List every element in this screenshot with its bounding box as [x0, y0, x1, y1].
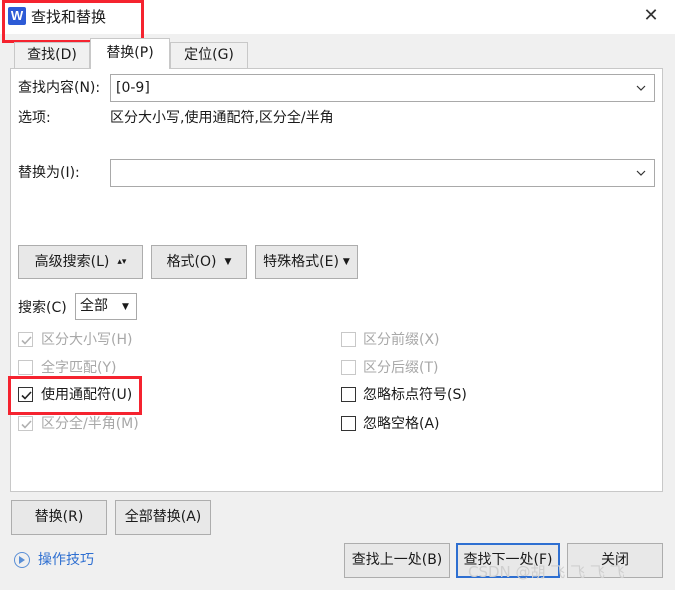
replace-input[interactable] [110, 159, 655, 187]
special-format-label: 特殊格式(E) [263, 254, 339, 270]
ignore-punctuation-checkbox[interactable] [341, 387, 356, 402]
find-input[interactable]: [0-9] [110, 74, 655, 102]
advanced-search-button[interactable]: 高级搜索(L) ▴▾ [18, 245, 143, 279]
tab-replace[interactable]: 替换(P) [90, 38, 170, 69]
title-highlight-box [2, 0, 144, 43]
format-button[interactable]: 格式(O) ▼ [151, 245, 247, 279]
whole-word-checkbox[interactable] [18, 360, 33, 375]
match-suffix-label: 区分后缀(T) [363, 360, 439, 376]
replace-all-button[interactable]: 全部替换(A) [115, 500, 211, 535]
advanced-search-label: 高级搜索(L) [34, 254, 110, 270]
find-previous-button[interactable]: 查找上一处(B) [344, 543, 450, 578]
search-scope-label: 搜索(C) [18, 300, 67, 316]
expand-collapse-icon: ▴▾ [117, 257, 127, 267]
csdn-watermark: CSDN @胡 飞 飞 飞 飞 [468, 563, 625, 581]
match-case-label: 区分大小写(H) [41, 332, 133, 348]
find-input-value: [0-9] [116, 80, 150, 96]
format-label: 格式(O) [166, 254, 217, 270]
ignore-spaces-label: 忽略空格(A) [363, 416, 440, 432]
dropdown-arrow-icon: ▼ [122, 302, 129, 312]
dropdown-arrow-icon: ▼ [342, 257, 350, 267]
play-circle-icon[interactable] [14, 552, 30, 568]
full-half-width-label: 区分全/半角(M) [41, 416, 139, 432]
ignore-spaces-checkbox[interactable] [341, 416, 356, 431]
whole-word-label: 全字匹配(Y) [41, 360, 117, 376]
find-label: 查找内容(N): [18, 80, 101, 96]
match-suffix-checkbox[interactable] [341, 360, 356, 375]
close-icon[interactable]: ✕ [636, 4, 666, 30]
checkmark-icon [21, 420, 32, 429]
options-label: 选项: [18, 110, 51, 126]
replace-label: 替换为(I): [18, 165, 80, 181]
checkmark-icon [21, 336, 32, 345]
chevron-down-icon[interactable] [634, 166, 648, 180]
tips-link[interactable]: 操作技巧 [38, 550, 94, 570]
match-case-checkbox[interactable] [18, 332, 33, 347]
replace-button[interactable]: 替换(R) [11, 500, 107, 535]
match-prefix-checkbox[interactable] [341, 332, 356, 347]
ignore-punctuation-label: 忽略标点符号(S) [363, 387, 467, 403]
wildcards-highlight-box [8, 376, 142, 415]
tab-find[interactable]: 查找(D) [14, 42, 90, 68]
search-scope-value: 全部 [80, 298, 108, 314]
options-summary: 区分大小写,使用通配符,区分全/半角 [110, 110, 334, 126]
dropdown-arrow-icon: ▼ [224, 257, 232, 267]
special-format-button[interactable]: 特殊格式(E) ▼ [255, 245, 358, 279]
full-half-width-checkbox[interactable] [18, 416, 33, 431]
match-prefix-label: 区分前缀(X) [363, 332, 440, 348]
tab-goto[interactable]: 定位(G) [170, 42, 248, 68]
chevron-down-icon[interactable] [634, 81, 648, 95]
search-scope-select[interactable]: 全部 ▼ [75, 293, 137, 320]
